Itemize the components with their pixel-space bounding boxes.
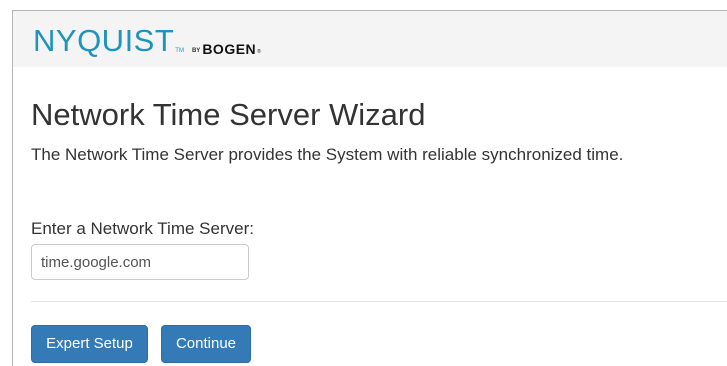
logo-brand-name: NYQUIST <box>33 23 175 58</box>
time-server-input[interactable] <box>31 244 249 280</box>
wizard-description: The Network Time Server provides the Sys… <box>31 145 624 164</box>
logo-trademark: TM <box>175 48 184 54</box>
logo-company-mark: ® <box>257 49 261 55</box>
header-bar: NYQUIST TM BY BOGEN ® <box>13 11 727 67</box>
expert-setup-button[interactable]: Expert Setup <box>31 325 148 363</box>
divider <box>31 301 727 302</box>
continue-button[interactable]: Continue <box>161 325 251 363</box>
nyquist-logo: NYQUIST TM BY BOGEN ® <box>33 25 261 56</box>
page-title: Network Time Server Wizard <box>31 97 426 132</box>
server-field-label: Enter a Network Time Server: <box>31 219 254 238</box>
logo-by: BY <box>191 48 201 54</box>
logo-company: BOGEN <box>202 41 257 57</box>
app-window: NYQUIST TM BY BOGEN ® Network Time Serve… <box>12 10 727 366</box>
